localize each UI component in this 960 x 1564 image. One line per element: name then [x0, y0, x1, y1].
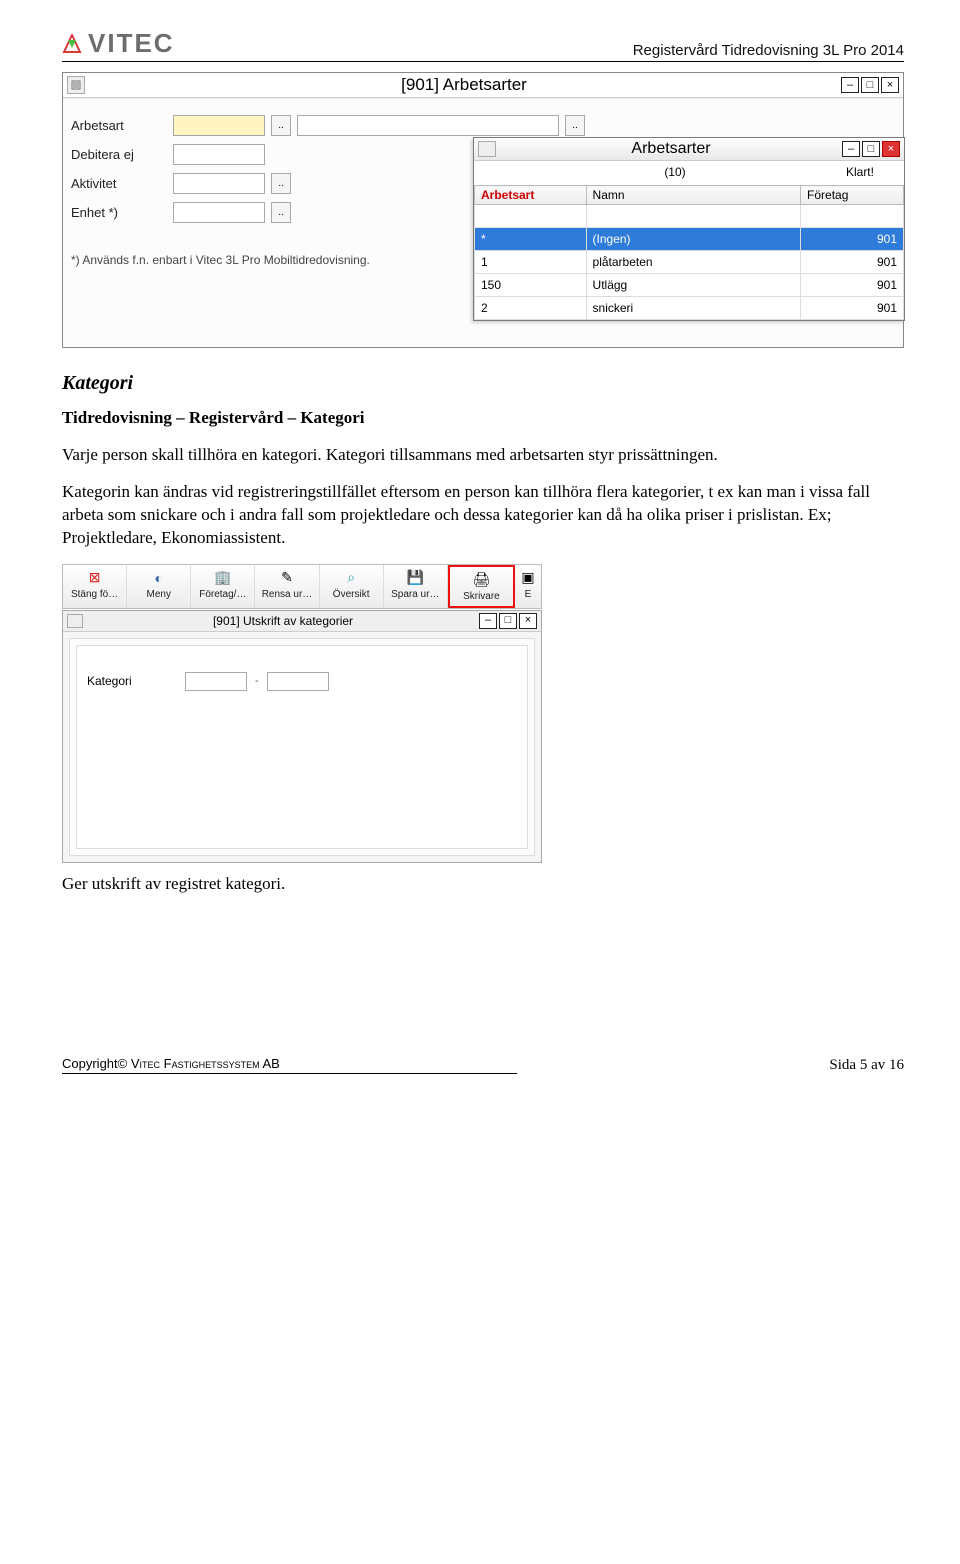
enhet-label: Enhet *): [71, 205, 167, 220]
enhet-input[interactable]: [173, 202, 265, 223]
more-icon: ▣: [517, 569, 539, 587]
menu-icon: ◐: [148, 569, 170, 587]
aktivitet-picker[interactable]: ..: [271, 173, 291, 194]
cell-foretag: 901: [801, 274, 904, 297]
printer-icon: 🖨: [470, 571, 492, 589]
cell-namn: snickeri: [586, 297, 801, 320]
window-menu-icon[interactable]: [67, 76, 85, 94]
col-arbetsart[interactable]: Arbetsart: [475, 186, 587, 205]
arbetsart-label: Arbetsart: [71, 118, 167, 133]
page-header: VITEC Registervård Tidredovisning 3L Pro…: [62, 28, 904, 62]
vitec-logo: VITEC: [62, 28, 175, 59]
enhet-picker[interactable]: ..: [271, 202, 291, 223]
tool-close[interactable]: ⊠ Stäng fö…: [63, 565, 127, 608]
close-icon: ⊠: [84, 569, 106, 587]
clear-icon: ✎: [276, 569, 298, 587]
arbetsart-name-input[interactable]: [297, 115, 559, 136]
aktivitet-input[interactable]: [173, 173, 265, 194]
minimize-button[interactable]: –: [841, 77, 859, 93]
tool-spara[interactable]: 💾 Spara ur…: [384, 565, 448, 608]
debitera-input[interactable]: [173, 144, 265, 165]
copyright-label: Copyright©: [62, 1056, 127, 1071]
pw-close-button[interactable]: ×: [519, 613, 537, 629]
arbetsarter-title: [901] Arbetsarter: [87, 75, 841, 95]
table-row[interactable]: * (Ingen) 901: [475, 228, 904, 251]
cell-arbetsart: *: [475, 228, 587, 251]
document-title: Registervård Tidredovisning 3L Pro 2014: [633, 42, 904, 59]
company-name: Vitec Fastighetssystem AB: [131, 1056, 280, 1071]
section-heading-kategori: Kategori: [62, 372, 904, 395]
cell-arbetsart: 150: [475, 274, 587, 297]
arbetsarter-window: [901] Arbetsarter – □ × Arbetsart .. .. …: [62, 72, 904, 348]
aktivitet-label: Aktivitet: [71, 176, 167, 191]
vitec-logo-icon: [62, 34, 82, 54]
popup-minimize-button[interactable]: –: [842, 141, 860, 157]
print-window: [901] Utskrift av kategorier – □ × Kateg…: [62, 610, 542, 863]
tool-rensa[interactable]: ✎ Rensa ur…: [255, 565, 319, 608]
arbetsart-name-picker[interactable]: ..: [565, 115, 585, 136]
tool-oversikt[interactable]: ⌕ Översikt: [320, 565, 384, 608]
cell-foretag: 901: [801, 228, 904, 251]
paragraph: Kategorin kan ändras vid registreringsti…: [62, 481, 904, 550]
pw-maximize-button[interactable]: □: [499, 613, 517, 629]
table-row[interactable]: 2 snickeri 901: [475, 297, 904, 320]
search-row[interactable]: [475, 205, 904, 228]
overview-icon: ⌕: [340, 569, 362, 587]
cell-foretag: 901: [801, 251, 904, 274]
print-window-icon[interactable]: [67, 614, 83, 628]
nav-path: Tidredovisning – Registervård – Kategori: [62, 407, 904, 430]
close-button[interactable]: ×: [881, 77, 899, 93]
paragraph: Varje person skall tillhöra en kategori.…: [62, 444, 904, 467]
page-number: Sida 5 av 16: [829, 1057, 904, 1074]
popup-maximize-button[interactable]: □: [862, 141, 880, 157]
table-row[interactable]: 150 Utlägg 901: [475, 274, 904, 297]
cell-arbetsart: 1: [475, 251, 587, 274]
toolbar: ⊠ Stäng fö… ◐ Meny 🏢 Företag/… ✎ Rensa u…: [62, 564, 542, 609]
save-icon: 💾: [404, 569, 426, 587]
col-namn[interactable]: Namn: [586, 186, 801, 205]
kategori-from-input[interactable]: [185, 672, 247, 691]
paragraph: Ger utskrift av registret kategori.: [62, 873, 904, 896]
table-row[interactable]: 1 plåtarbeten 901: [475, 251, 904, 274]
col-foretag[interactable]: Företag: [801, 186, 904, 205]
cell-arbetsart: 2: [475, 297, 587, 320]
maximize-button[interactable]: □: [861, 77, 879, 93]
tool-menu[interactable]: ◐ Meny: [127, 565, 191, 608]
building-icon: 🏢: [212, 569, 234, 587]
tool-more[interactable]: ▣ E: [515, 565, 541, 608]
tool-skrivare[interactable]: 🖨 Skrivare: [448, 565, 515, 608]
arbetsarter-list-popup: Arbetsarter – □ × (10) Klart! Arbetsart: [473, 137, 905, 321]
cell-namn: plåtarbeten: [586, 251, 801, 274]
popup-title: Arbetsarter: [500, 140, 842, 158]
arbetsarter-titlebar: [901] Arbetsarter – □ ×: [63, 73, 903, 98]
debitera-label: Debitera ej: [71, 147, 167, 162]
popup-icon[interactable]: [478, 141, 496, 157]
print-window-title: [901] Utskrift av kategorier: [87, 614, 479, 628]
popup-count: (10): [664, 165, 685, 179]
cell-namn: Utlägg: [586, 274, 801, 297]
cell-foretag: 901: [801, 297, 904, 320]
cell-namn: (Ingen): [586, 228, 801, 251]
range-dash: -: [255, 675, 259, 687]
arbetsart-input[interactable]: [173, 115, 265, 136]
page-footer: Copyright© Vitec Fastighetssystem AB Sid…: [62, 1056, 904, 1074]
tool-foretag[interactable]: 🏢 Företag/…: [191, 565, 255, 608]
arbetsarter-table: Arbetsart Namn Företag * (Ingen) 901 1 p…: [474, 185, 904, 320]
logo-text: VITEC: [88, 28, 175, 59]
kategori-to-input[interactable]: [267, 672, 329, 691]
print-screenshot: ⊠ Stäng fö… ◐ Meny 🏢 Företag/… ✎ Rensa u…: [62, 564, 542, 863]
kategori-label: Kategori: [87, 674, 177, 688]
popup-close-button[interactable]: ×: [882, 141, 900, 157]
pw-minimize-button[interactable]: –: [479, 613, 497, 629]
popup-status: Klart!: [846, 165, 874, 179]
arbetsart-picker[interactable]: ..: [271, 115, 291, 136]
